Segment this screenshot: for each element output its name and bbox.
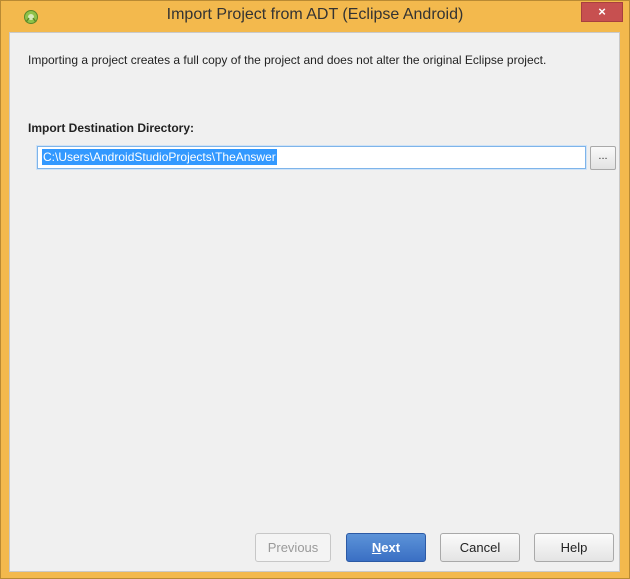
cancel-button[interactable]: Cancel (440, 533, 520, 562)
destination-directory-input[interactable]: C:\Users\AndroidStudioProjects\TheAnswer (37, 146, 586, 169)
browse-button[interactable]: ... (590, 146, 616, 170)
close-icon: × (598, 4, 606, 19)
destination-directory-value: C:\Users\AndroidStudioProjects\TheAnswer (42, 149, 277, 165)
import-description: Importing a project creates a full copy … (28, 53, 547, 67)
previous-button[interactable]: Previous (255, 533, 331, 562)
help-button[interactable]: Help (534, 533, 614, 562)
import-project-dialog: Import Project from ADT (Eclipse Android… (0, 0, 630, 579)
next-mnemonic: N (371, 540, 382, 555)
import-destination-label: Import Destination Directory: (28, 121, 195, 135)
next-button[interactable]: Next (346, 533, 426, 562)
window-title: Import Project from ADT (Eclipse Android… (166, 6, 464, 23)
next-label: ext (381, 540, 401, 555)
dialog-body (9, 32, 620, 572)
close-button[interactable]: × (581, 2, 623, 22)
android-studio-icon (23, 9, 39, 25)
title-bar[interactable]: Import Project from ADT (Eclipse Android… (1, 1, 629, 31)
